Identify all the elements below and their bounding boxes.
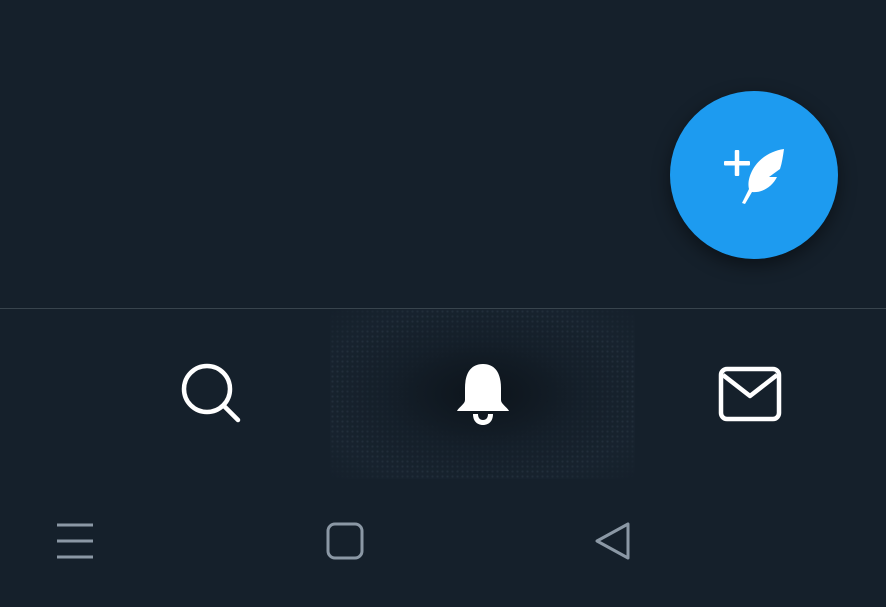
tab-search[interactable] [132, 309, 292, 479]
tab-notifications[interactable] [330, 309, 635, 479]
compose-tweet-button[interactable] [670, 91, 838, 259]
system-navigation-bar [0, 479, 886, 607]
bottom-tab-bar [0, 309, 886, 479]
menu-icon [57, 523, 93, 559]
app-screen [0, 0, 886, 607]
bell-icon [456, 364, 509, 425]
tab-messages[interactable] [670, 309, 830, 479]
back-triangle-icon [595, 522, 630, 560]
search-icon [181, 363, 241, 423]
home-square-icon [326, 522, 364, 560]
system-menu-button[interactable] [25, 501, 125, 581]
system-back-button[interactable] [563, 501, 663, 581]
system-home-button[interactable] [295, 501, 395, 581]
mail-icon [718, 366, 782, 422]
compose-tweet-icon [724, 149, 784, 204]
